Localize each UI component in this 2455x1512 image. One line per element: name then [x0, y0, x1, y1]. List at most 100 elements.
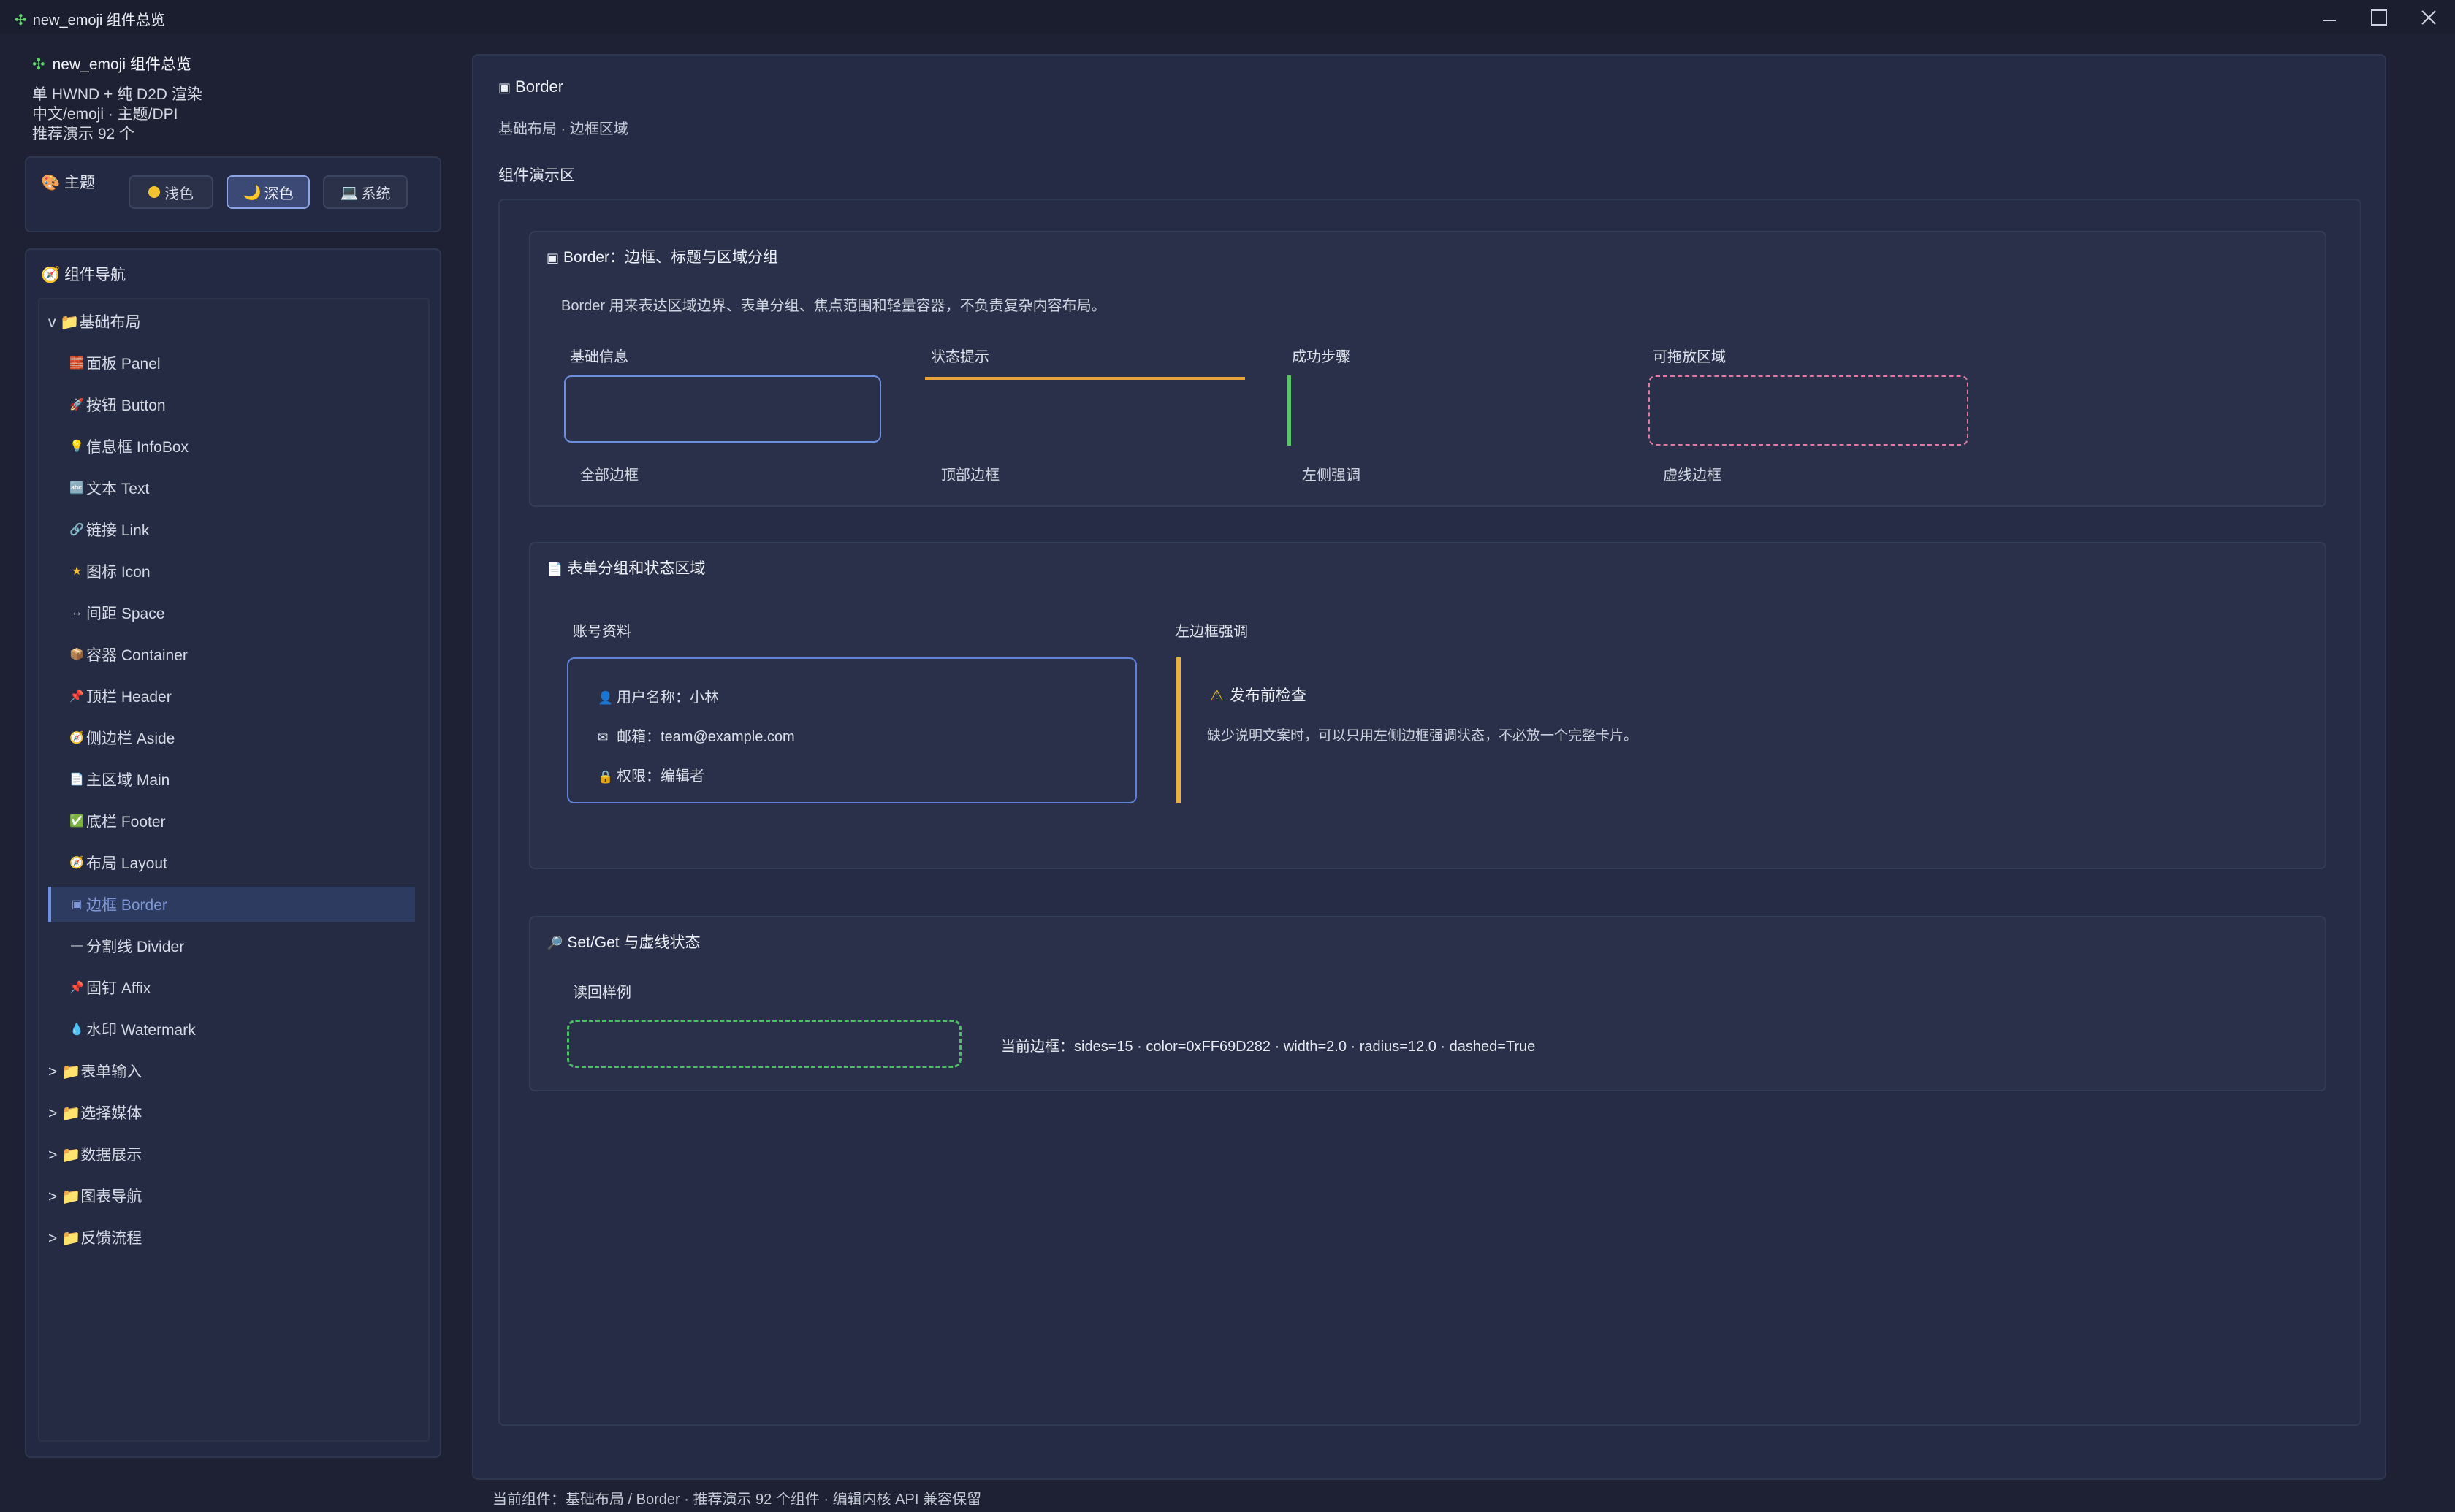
rocket-icon: 🚀 — [69, 399, 84, 411]
sun-icon — [148, 186, 160, 198]
sidebar-title-text: new_emoji 组件总览 — [52, 56, 191, 73]
nav-group-data-display[interactable]: > 📁数据展示 — [48, 1137, 142, 1172]
theme-system-button[interactable]: 💻 系统 — [323, 175, 408, 209]
window-title-text: new_emoji 组件总览 — [32, 12, 165, 28]
close-button[interactable] — [2404, 3, 2454, 32]
nav-group-label: v 📁基础布局 — [48, 314, 141, 331]
email-row: ✉ 邮箱：team@example.com — [598, 725, 795, 746]
nav-group-label: > 📁数据展示 — [48, 1147, 142, 1164]
warning-title-text: 发布前检查 — [1229, 687, 1306, 704]
info-line-2: 中文/emoji · 主题/DPI — [32, 106, 178, 123]
laptop-icon: 💻 — [340, 184, 359, 201]
nav-item-button[interactable]: 🚀 按钮 Button — [69, 387, 166, 422]
nav-item-watermark[interactable]: 💧 水印 Watermark — [69, 1012, 196, 1047]
demo-area: ▣ Border：边框、标题与区域分组 Border 用来表达区域边界、表单分组、… — [498, 199, 2361, 1426]
page-icon: 📄 — [69, 774, 84, 786]
compass-icon: 🧭 — [69, 857, 84, 869]
border-icon: ▣ — [498, 80, 511, 95]
nav-group-basic-layout[interactable]: v 📁基础布局 — [48, 304, 140, 339]
nav-item-border[interactable]: ▣ 边框 Border — [48, 887, 415, 922]
text-icon: 🔤 — [69, 482, 84, 495]
box-icon: 📦 — [69, 649, 84, 661]
mail-icon: ✉ — [598, 730, 609, 744]
nav-item-label: 水印 Watermark — [86, 1022, 196, 1039]
breadcrumb: 基础布局 · 边框区域 — [498, 121, 628, 137]
left-accent-bar — [1176, 657, 1181, 803]
nav-item-label: 侧边栏 Aside — [86, 730, 175, 747]
nav-item-infobox[interactable]: 💡 信息框 InfoBox — [69, 429, 189, 464]
nav-item-label: 按钮 Button — [86, 397, 166, 414]
sidebar-title: ✣ new_emoji 组件总览 — [32, 53, 202, 75]
nav-item-text[interactable]: 🔤 文本 Text — [69, 470, 149, 505]
nav-group-label: > 📁图表导航 — [48, 1188, 142, 1205]
warning-text: 缺少说明文案时，可以只用左侧边框强调状态，不必放一个完整卡片。 — [1207, 728, 1638, 744]
nav-item-affix[interactable]: 📌 固钉 Affix — [69, 970, 151, 1005]
section-title: ▣ Border：边框、标题与区域分组 — [547, 245, 778, 267]
left-border-line — [1287, 375, 1291, 446]
nav-item-label: 信息框 InfoBox — [86, 439, 189, 456]
user-icon: 👤 — [598, 691, 614, 705]
nav-group-chart-nav[interactable]: > 📁图表导航 — [48, 1178, 142, 1213]
document-icon: 📄 — [547, 562, 563, 576]
account-form-box: 👤 用户名称：小林 ✉ 邮箱：team@example.com 🔒 权限：编辑者 — [567, 657, 1137, 803]
nav-item-label: 分割线 Divider — [86, 939, 185, 955]
status-bar: 当前组件：基础布局 / Border · 推荐演示 92 个组件 · 编辑内核 … — [492, 1492, 981, 1508]
maximize-icon — [2371, 9, 2387, 26]
moon-icon: 🌙 — [243, 184, 262, 201]
column-caption-left: 左侧强调 — [1302, 467, 1360, 484]
demo-area-label: 组件演示区 — [498, 167, 575, 184]
info-line-1: 单 HWND + 纯 D2D 渲染 — [32, 86, 202, 103]
nav-item-header[interactable]: 📌 顶栏 Header — [69, 679, 172, 714]
nav-item-container[interactable]: 📦 容器 Container — [69, 637, 188, 672]
column-caption-top: 顶部边框 — [941, 467, 1000, 484]
maximize-button[interactable] — [2354, 3, 2404, 32]
nav-item-label: 布局 Layout — [86, 855, 167, 872]
nav-item-label: 主区域 Main — [86, 772, 170, 789]
nav-item-divider[interactable]: — 分割线 Divider — [69, 928, 184, 963]
minimize-icon — [2323, 20, 2336, 21]
info-line-3: 推荐演示 92 个 — [32, 126, 135, 142]
nav-item-label: 文本 Text — [86, 481, 150, 497]
accent-group-label: 左边框强调 — [1175, 624, 1248, 640]
nav-item-link[interactable]: 🔗 链接 Link — [69, 512, 149, 547]
border-section: ▣ Border：边框、标题与区域分组 Border 用来表达区域边界、表单分组、… — [529, 231, 2326, 507]
dashed-border-box[interactable] — [1648, 375, 1968, 446]
section-title: 📄 表单分组和状态区域 — [547, 557, 705, 579]
theme-system-label: 系统 — [361, 186, 391, 202]
form-group-section: 📄 表单分组和状态区域 账号资料 👤 用户名称：小林 ✉ 邮箱：team@exampl… — [529, 542, 2326, 869]
nav-tree: v 📁基础布局 🧱 面板 Panel 🚀 按钮 Button 💡 信息框 InfoBo… — [38, 298, 430, 1442]
nav-group-feedback[interactable]: > 📁反馈流程 — [48, 1220, 142, 1255]
puzzle-icon: ✣ — [15, 12, 27, 28]
readback-dashed-box[interactable] — [567, 1020, 962, 1068]
minimize-button[interactable] — [2304, 3, 2354, 32]
nav-item-footer[interactable]: ✅ 底栏 Footer — [69, 803, 166, 839]
column-label-success: 成功步骤 — [1292, 349, 1350, 365]
nav-item-label: 边框 Border — [86, 897, 167, 914]
theme-label: 🎨 主题 — [41, 171, 95, 193]
nav-group-label: > 📁表单输入 — [48, 1064, 142, 1080]
column-label-dropzone: 可拖放区域 — [1653, 349, 1726, 365]
nav-item-space[interactable]: ↔ 间距 Space — [69, 595, 164, 630]
account-group-label: 账号资料 — [573, 624, 631, 640]
theme-dark-label: 深色 — [264, 186, 294, 202]
nav-item-aside[interactable]: 🧭 侧边栏 Aside — [69, 720, 175, 755]
readback-label: 读回样例 — [573, 985, 631, 1001]
warning-icon: ⚠ — [1210, 687, 1224, 704]
nav-group-select-media[interactable]: > 📁选择媒体 — [48, 1095, 142, 1130]
theme-dark-button[interactable]: 🌙 深色 — [227, 175, 310, 209]
nav-item-panel[interactable]: 🧱 面板 Panel — [69, 345, 161, 381]
theme-light-label: 浅色 — [164, 186, 194, 202]
page-title: ▣ Border — [498, 77, 563, 96]
nav-item-layout[interactable]: 🧭 布局 Layout — [69, 845, 167, 880]
theme-label-text: 主题 — [64, 175, 95, 191]
title-bar: ✣ new_emoji 组件总览 — [0, 0, 2455, 34]
puzzle-icon: ✣ — [32, 56, 45, 73]
nav-item-label: 容器 Container — [86, 647, 188, 664]
nav-group-form-input[interactable]: > 📁表单输入 — [48, 1053, 142, 1088]
nav-item-icon[interactable]: ★ 图标 Icon — [69, 554, 151, 589]
nav-item-main[interactable]: 📄 主区域 Main — [69, 762, 170, 797]
theme-light-button[interactable]: 浅色 — [129, 175, 213, 209]
check-icon: ✅ — [69, 815, 84, 828]
nav-item-label: 面板 Panel — [86, 356, 161, 373]
pin-icon: 📌 — [69, 690, 84, 703]
